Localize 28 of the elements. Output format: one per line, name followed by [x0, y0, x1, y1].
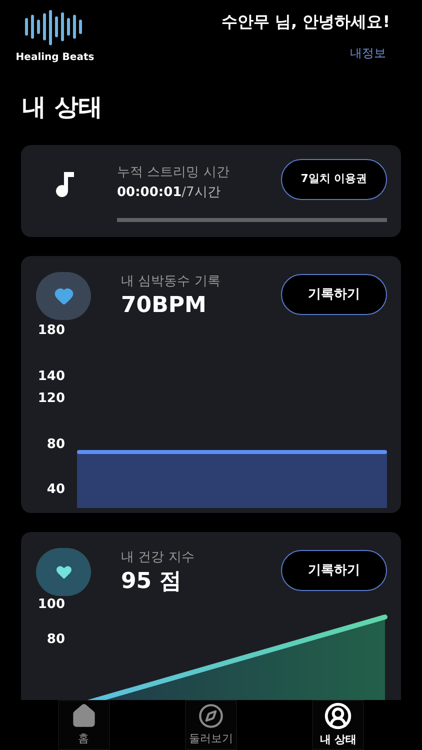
compass-icon: [198, 702, 224, 729]
user-icon: [324, 702, 352, 730]
record-button[interactable]: 기록하기: [281, 274, 387, 315]
axis-tick-label: 120: [38, 392, 65, 405]
streaming-label: 누적 스트리밍 시간: [117, 164, 230, 182]
stat-label: 내 심박동수 기록: [121, 273, 222, 291]
pass-button[interactable]: 7일치 이용권: [281, 159, 387, 200]
home-icon: [70, 702, 97, 729]
nav-tab[interactable]: 홈: [58, 700, 110, 750]
nav-tab[interactable]: 내 상태: [312, 700, 364, 750]
streaming-time: 00:00:01/7시간: [117, 184, 222, 202]
axis-tick-label: 180: [38, 324, 65, 337]
page-title: 내 상태: [21, 92, 104, 123]
axis-tick-label: 140: [38, 370, 65, 383]
stat-value: 70BPM: [121, 292, 208, 319]
axis-tick-label: 100: [38, 598, 65, 611]
stat-value: 95 점: [121, 568, 182, 595]
music-note-icon: [55, 169, 77, 197]
stat-label: 내 건강 지수: [121, 549, 196, 567]
heart-icon: [54, 286, 74, 306]
profile-link[interactable]: 내정보: [350, 44, 386, 62]
axis-tick-label: 40: [46, 483, 65, 496]
axis-tick-label: 80: [46, 633, 65, 646]
greeting-text: 수안무 님, 안녕하세요!: [221, 11, 390, 33]
record-button[interactable]: 기록하기: [281, 550, 387, 591]
logo-text: Healing Beats: [16, 53, 94, 63]
nav-tab[interactable]: 둘러보기: [184, 700, 237, 750]
axis-tick-label: 80: [46, 438, 65, 451]
